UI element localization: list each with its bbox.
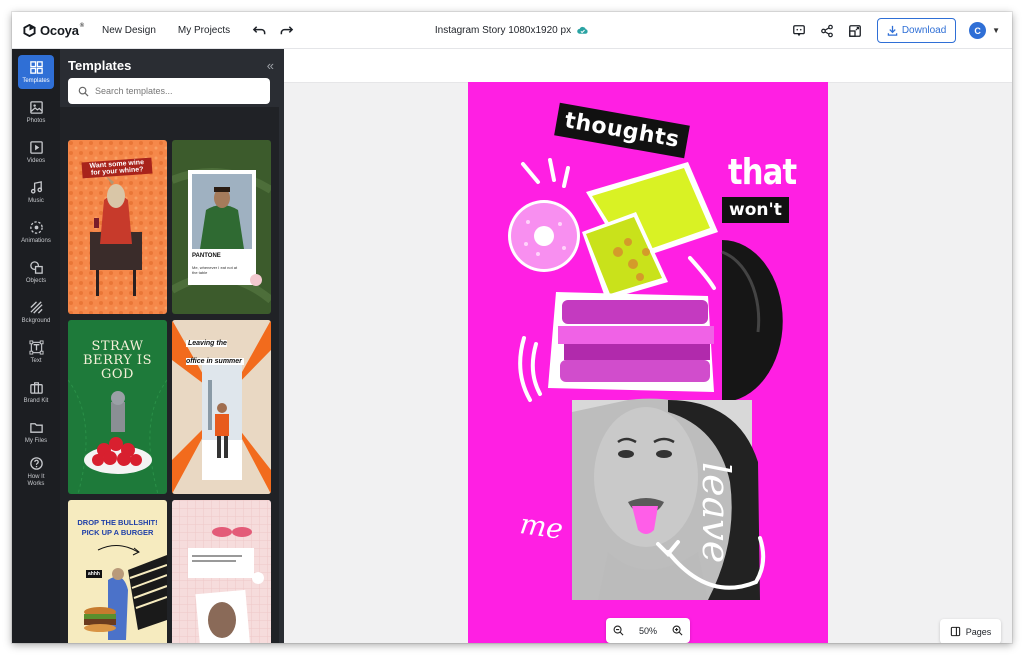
logo[interactable]: Ocoya®	[23, 23, 84, 38]
template-caption: Leaving the office in summer	[186, 340, 244, 365]
template-caption-wrap: Leaving the office in summer	[186, 332, 246, 368]
rail-item-templates[interactable]: Templates	[12, 52, 60, 92]
share-icon	[821, 24, 833, 37]
template-caption: PANTONE	[192, 253, 221, 259]
design-canvas[interactable]: thoughts that won't leave me	[468, 82, 828, 643]
search-input[interactable]	[95, 86, 255, 96]
template-subcaption: ahhh	[86, 570, 102, 578]
template-caption: DROP THE BULLSHIT! PICK UP A BURGER	[77, 518, 158, 537]
rail-item-objects[interactable]: Objects	[12, 252, 60, 292]
template-card-pantone[interactable]: PANTONE Me, whenever I eat not at the ta…	[172, 140, 271, 314]
music-icon	[30, 181, 42, 194]
rail-label: Brand Kit	[23, 398, 49, 404]
avatar[interactable]: C	[969, 22, 987, 39]
zoom-level: 50%	[638, 625, 657, 636]
share-button[interactable]	[819, 23, 835, 39]
pages-icon	[950, 626, 960, 637]
template-art	[172, 168, 271, 304]
zoom-out-icon[interactable]	[613, 625, 624, 636]
redo-icon[interactable]	[279, 23, 294, 38]
zoom-control: 50%	[606, 618, 690, 643]
nav-my-projects[interactable]: My Projects	[178, 25, 230, 36]
search-icon	[78, 86, 89, 97]
rail-item-photos[interactable]: Photos	[12, 92, 60, 132]
zoom-in-icon[interactable]	[672, 625, 683, 636]
pages-label: Pages	[965, 626, 992, 637]
templates-icon	[29, 61, 43, 74]
collapse-panel-icon[interactable]: «	[267, 58, 274, 73]
rail-item-brand-kit[interactable]: Brand Kit	[12, 372, 60, 412]
rail-item-text[interactable]: Text	[12, 332, 60, 372]
comment-button[interactable]	[791, 23, 807, 39]
rail-label: Photos	[26, 118, 46, 124]
template-caption-wrap: Want some wine for your whine?	[81, 157, 153, 179]
rail-item-my-files[interactable]: My Files	[12, 412, 60, 452]
template-card-strawberry[interactable]: STRAW BERRY IS GOD	[68, 320, 167, 494]
undo-icon[interactable]	[252, 23, 267, 38]
canvas-workspace: thoughts that won't leave me 50% Pages	[284, 49, 1012, 643]
template-subcaption: Me, whenever I eat not at the table	[192, 265, 238, 275]
chevron-down-icon[interactable]: ▼	[992, 26, 1000, 35]
canvas-text-me[interactable]: me	[518, 507, 565, 546]
help-icon	[29, 457, 43, 470]
animations-icon	[29, 221, 43, 234]
comment-icon	[793, 24, 805, 36]
download-icon	[887, 25, 898, 36]
folder-icon	[29, 423, 43, 433]
objects-icon	[29, 261, 43, 274]
panel-title: Templates	[68, 57, 132, 73]
template-card-burger[interactable]: DROP THE BULLSHIT! PICK UP A BURGER ahhh	[68, 500, 167, 643]
template-card-wine[interactable]: Want some wine for your whine?	[68, 140, 167, 314]
download-button[interactable]: Download	[877, 18, 957, 43]
top-bar-actions: Download C ▼	[791, 12, 1000, 49]
template-art	[172, 500, 271, 643]
videos-icon	[29, 141, 43, 154]
photos-icon	[29, 101, 43, 114]
nav-new-design[interactable]: New Design	[102, 25, 156, 36]
template-caption: Want some wine for your whine?	[81, 157, 153, 179]
template-caption: STRAW BERRY IS GOD	[83, 339, 152, 382]
logo-text: Ocoya®	[40, 22, 84, 38]
document-title[interactable]: Instagram Story 1080x1920 px	[435, 25, 571, 36]
logo-icon	[23, 23, 36, 37]
cloud-saved-icon	[577, 26, 588, 34]
pages-button[interactable]: Pages	[940, 619, 1001, 643]
rail-label: How It Works	[27, 474, 45, 487]
app-window: Ocoya® New Design My Projects Instagram …	[12, 12, 1012, 643]
rail-label: My Files	[24, 438, 48, 444]
canvas-text-wont[interactable]: won't	[722, 197, 789, 223]
template-card-office[interactable]: Leaving the office in summer	[172, 320, 271, 494]
rail-label: Bckground	[21, 318, 51, 324]
rail-item-background[interactable]: Bckground	[12, 292, 60, 332]
canvas-text-that[interactable]: that	[728, 152, 797, 193]
rail-label: Animations	[21, 238, 51, 244]
background-icon	[29, 301, 43, 314]
top-bar: Ocoya® New Design My Projects Instagram …	[12, 12, 1012, 49]
resize-icon	[849, 24, 861, 37]
rail-item-how-it-works[interactable]: How It Works	[12, 452, 60, 492]
tool-rail: Templates Photos Videos Music Animations…	[12, 49, 60, 643]
workspace-top-strip	[284, 49, 1012, 83]
rail-item-animations[interactable]: Animations	[12, 212, 60, 252]
text-icon	[28, 340, 44, 355]
template-search[interactable]	[68, 78, 270, 104]
rail-label: Videos	[26, 158, 46, 164]
rail-label: Music	[28, 198, 44, 204]
brand-kit-icon	[29, 382, 43, 394]
undo-redo-group	[252, 23, 294, 38]
panel-header: Templates «	[60, 49, 284, 81]
rail-item-videos[interactable]: Videos	[12, 132, 60, 172]
rail-label: Objects	[25, 278, 47, 284]
rail-label: Text	[30, 358, 42, 364]
rail-item-music[interactable]: Music	[12, 172, 60, 212]
resize-button[interactable]	[847, 23, 863, 39]
download-label: Download	[901, 25, 947, 36]
template-card-collage[interactable]	[172, 500, 271, 643]
canvas-text-leave[interactable]: leave	[694, 462, 738, 563]
rail-label: Templates	[22, 78, 50, 84]
